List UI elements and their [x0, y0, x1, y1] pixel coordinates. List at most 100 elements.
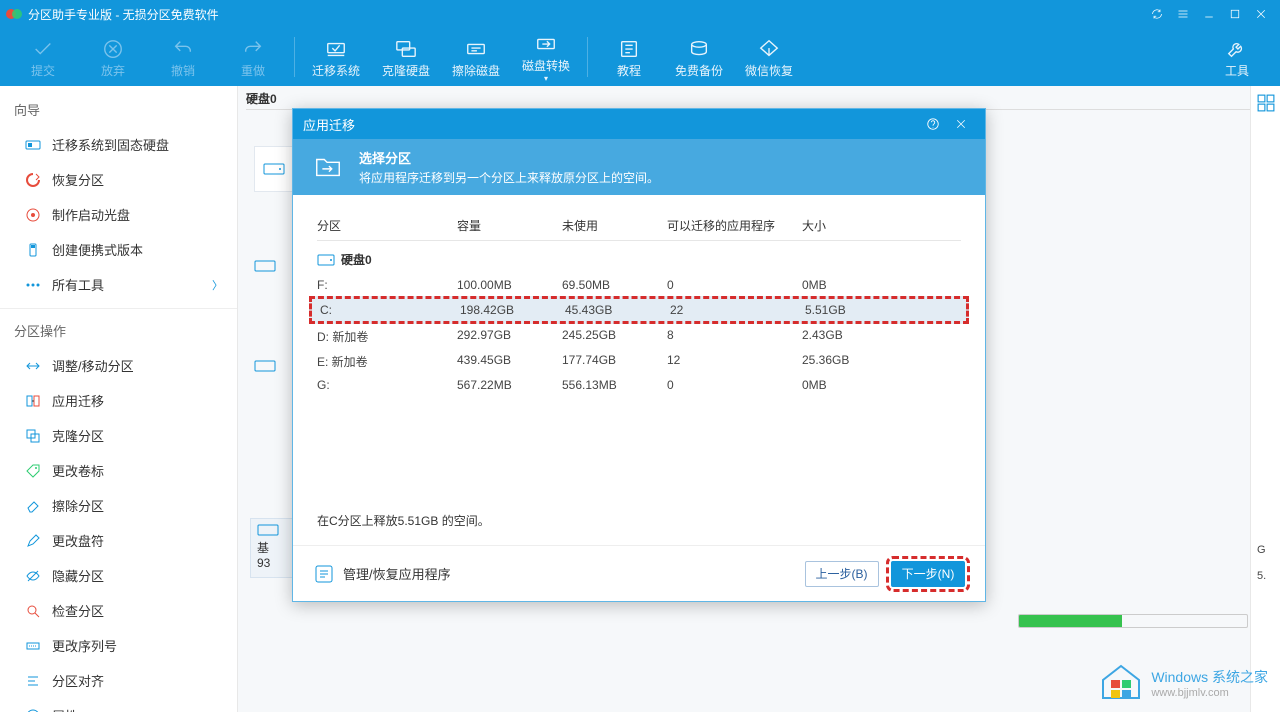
clone-disk-button[interactable]: 克隆硬盘: [371, 36, 441, 79]
sidebar-item-recover-partition[interactable]: 恢复分区: [0, 162, 237, 197]
cell-apps: 8: [667, 328, 802, 345]
menu-icon[interactable]: [1170, 0, 1196, 28]
sidebar-item-clone-partition[interactable]: 克隆分区: [0, 418, 237, 453]
sidebar-item-change-serial[interactable]: 更改序列号: [0, 628, 237, 663]
close-icon[interactable]: [1248, 0, 1274, 28]
cell-partition: E: 新加卷: [317, 353, 457, 370]
sidebar-item-label: 调整/移动分区: [52, 356, 134, 375]
sidebar-item-resize[interactable]: 调整/移动分区: [0, 348, 237, 383]
usb-icon: [24, 241, 42, 259]
cell-partition: C:: [320, 303, 460, 317]
app-migrate-dialog: 应用迁移 选择分区 将应用程序迁移到另一个分区上来释放原分区上的空间。 分区 容…: [292, 108, 986, 602]
label: 管理/恢复应用程序: [343, 564, 451, 583]
disk-convert-button[interactable]: 磁盘转换▾: [511, 31, 581, 83]
undo-button[interactable]: 撤销: [148, 36, 218, 79]
cell-size: 5.51GB: [805, 303, 905, 317]
sidebar-item-migrate-ssd[interactable]: 迁移系统到固态硬盘: [0, 127, 237, 162]
disc-icon: [24, 206, 42, 224]
sidebar-item-label: 制作启动光盘: [52, 205, 130, 224]
prev-button[interactable]: 上一步(B): [805, 561, 879, 587]
watermark: Windows 系统之家 www.bjjmlv.com: [1097, 662, 1268, 704]
cell-capacity: 198.42GB: [460, 303, 565, 317]
help-icon[interactable]: [919, 109, 947, 139]
th-apps: 可以迁移的应用程序: [667, 217, 802, 234]
sidebar-item-change-label[interactable]: 更改卷标: [0, 453, 237, 488]
dialog-banner: 选择分区 将应用程序迁移到另一个分区上来释放原分区上的空间。: [293, 139, 985, 195]
cell-apps: 0: [667, 278, 802, 292]
tutorial-button[interactable]: 教程: [594, 36, 664, 79]
sidebar-header-wizard: 向导: [0, 92, 237, 127]
tools-button[interactable]: 工具: [1202, 36, 1272, 79]
label: 放弃: [101, 62, 125, 79]
ssd-icon: [24, 136, 42, 154]
th-capacity: 容量: [457, 217, 562, 234]
align-icon: [24, 672, 42, 690]
usage-bar: [1018, 614, 1248, 628]
discard-button[interactable]: 放弃: [78, 36, 148, 79]
free-backup-button[interactable]: 免费备份: [664, 36, 734, 79]
cell-apps: 22: [670, 303, 805, 317]
edit-icon: [24, 532, 42, 550]
cell-partition: G:: [317, 378, 457, 392]
sidebar-item-app-migrate[interactable]: 应用迁移: [0, 383, 237, 418]
redo-button[interactable]: 重做: [218, 36, 288, 79]
sidebar-item-wipe-partition[interactable]: 擦除分区: [0, 488, 237, 523]
minimize-icon[interactable]: [1196, 0, 1222, 28]
table-row[interactable]: D: 新加卷292.97GB245.25GB82.43GB: [317, 324, 961, 349]
sidebar-item-align[interactable]: 分区对齐: [0, 663, 237, 698]
migrate-os-button[interactable]: 迁移系统: [301, 36, 371, 79]
cell-capacity: 567.22MB: [457, 378, 562, 392]
wechat-recover-button[interactable]: 微信恢复: [734, 36, 804, 79]
wm-title: Windows 系统之家: [1151, 669, 1268, 685]
sidebar-item-label: 创建便携式版本: [52, 240, 143, 259]
sidebar-item-label: 恢复分区: [52, 170, 104, 189]
serial-icon: [24, 637, 42, 655]
label: 重做: [241, 62, 265, 79]
folder-arrow-icon: [311, 150, 345, 184]
disk-group-label: 硬盘0: [341, 251, 372, 268]
maximize-icon[interactable]: [1222, 0, 1248, 28]
sidebar-item-check-partition[interactable]: 检查分区: [0, 593, 237, 628]
label: 93: [257, 556, 270, 570]
sidebar-item-hide-partition[interactable]: 隐藏分区: [0, 558, 237, 593]
eraser-icon: [24, 497, 42, 515]
wipe-disk-button[interactable]: 擦除磁盘: [441, 36, 511, 79]
commit-button[interactable]: 提交: [8, 36, 78, 79]
right-pane: G 5.: [1250, 86, 1280, 712]
disk-card: [254, 146, 294, 192]
drive-icon: [317, 253, 335, 267]
dialog-body: 分区 容量 未使用 可以迁移的应用程序 大小 硬盘0 F:100.00MB69.…: [293, 195, 985, 396]
cell-unused: 245.25GB: [562, 328, 667, 345]
table-row[interactable]: C:198.42GB45.43GB225.51GB: [309, 296, 969, 324]
label: 克隆硬盘: [382, 62, 430, 79]
sidebar-item-properties[interactable]: 属性: [0, 698, 237, 712]
cell-unused: 556.13MB: [562, 378, 667, 392]
dialog-close-icon[interactable]: [947, 109, 975, 139]
th-unused: 未使用: [562, 217, 667, 234]
sidebar-item-portable[interactable]: 创建便携式版本: [0, 232, 237, 267]
main-toolbar: 提交 放弃 撤销 重做 迁移系统 克隆硬盘 擦除磁盘 磁盘转换▾ 教程 免费备份…: [0, 28, 1280, 86]
sidebar-item-label: 隐藏分区: [52, 566, 104, 585]
cell-unused: 45.43GB: [565, 303, 670, 317]
watermark-text: Windows 系统之家 www.bjjmlv.com: [1151, 667, 1268, 699]
refresh-icon[interactable]: [1144, 0, 1170, 28]
table-row[interactable]: E: 新加卷439.45GB177.74GB1225.36GB: [317, 349, 961, 374]
sidebar-item-all-tools[interactable]: 所有工具〉: [0, 267, 237, 302]
grid-view-icon[interactable]: [1257, 94, 1275, 112]
drive-icon-row: [254, 356, 294, 376]
list-icon: [313, 563, 335, 585]
drive-icon-row: [254, 256, 294, 276]
sidebar-item-change-letter[interactable]: 更改盘符: [0, 523, 237, 558]
label: 工具: [1225, 62, 1249, 79]
recover-icon: [24, 171, 42, 189]
cell-unused: 69.50MB: [562, 278, 667, 292]
next-button[interactable]: 下一步(N): [891, 561, 965, 587]
table-row[interactable]: F:100.00MB69.50MB00MB: [317, 274, 961, 296]
search-icon: [24, 602, 42, 620]
sidebar-item-boot-disc[interactable]: 制作启动光盘: [0, 197, 237, 232]
table-row[interactable]: G:567.22MB556.13MB00MB: [317, 374, 961, 396]
label: 免费备份: [675, 62, 723, 79]
cell-size: 0MB: [802, 278, 902, 292]
cell-size: 0MB: [802, 378, 902, 392]
manage-apps-link[interactable]: 管理/恢复应用程序: [313, 563, 451, 585]
